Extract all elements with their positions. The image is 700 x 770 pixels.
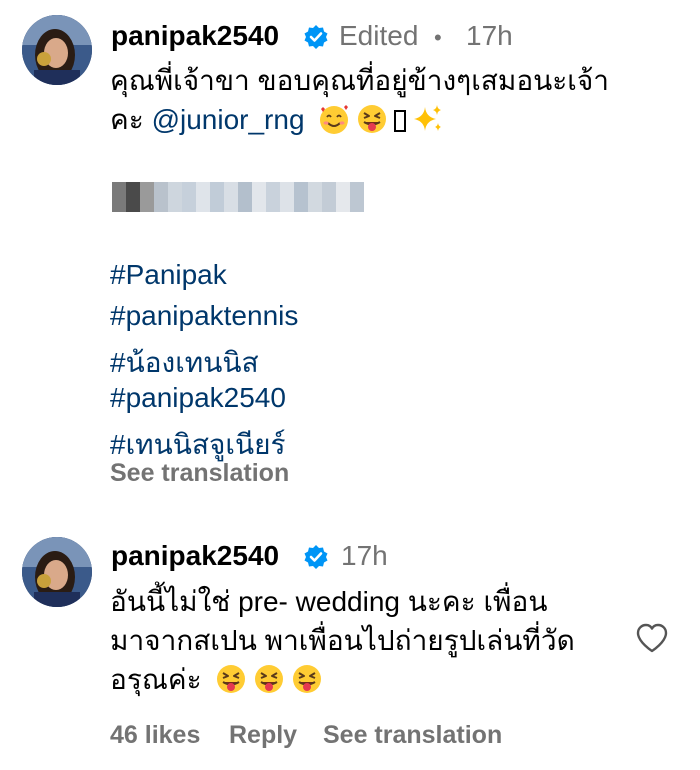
timestamp[interactable]: 17h [466,20,513,52]
username[interactable]: panipak2540 [111,20,279,52]
avatar[interactable] [22,15,92,85]
hashtag-link[interactable]: #panipak2540 [110,382,286,414]
edited-label: Edited [339,20,419,51]
mention-link[interactable]: @junior_rng [152,104,305,135]
verified-badge-icon [304,25,328,49]
hashtag-link[interactable]: #Panipak [110,259,227,291]
comment-text-line2: มาจากสเปน พาเพื่อนไปถ่ายรูปเล่นที่วัด [110,625,575,656]
comment-text-prefix: คะ [110,104,152,135]
squinting-face-with-tongue-emoji [291,663,323,695]
see-translation-button[interactable]: See translation [110,459,289,488]
hashtag-link[interactable]: #panipaktennis [110,300,298,332]
comment-text-line3: อรุณค่ะ [110,659,323,700]
comment-text-tail: อรุณค่ะ [110,664,202,695]
avatar[interactable] [22,537,92,607]
verified-badge-icon [304,545,328,569]
squinting-face-with-tongue-emoji [215,663,247,695]
comment-text-line1: คุณพี่เจ้าขา ขอบคุณที่อยู่ข้างๆเสมอนะเจ้… [110,65,610,96]
comment-text-line2: คะ @junior_rng [110,99,444,140]
username[interactable]: panipak2540 [111,540,279,572]
squinting-face-with-tongue-emoji [356,103,388,135]
redacted-text [112,182,364,212]
squinting-face-with-tongue-emoji [253,663,285,695]
hashtag-link[interactable]: #น้องเทนนิส [110,341,259,385]
see-translation-button[interactable]: See translation [323,721,502,750]
timestamp[interactable]: 17h [341,540,388,572]
smiling-face-with-hearts-emoji [318,103,350,135]
like-heart-icon[interactable] [635,622,669,654]
separator-dot: • [434,25,442,50]
reply-button[interactable]: Reply [229,721,297,750]
likes-count[interactable]: 46 likes [110,721,200,750]
comment-text-line1: อันนี้ไม่ใช่ pre- wedding นะคะ เพื่อน [110,586,548,617]
missing-glyph-box [394,110,407,132]
sparkles-emoji [412,103,444,135]
